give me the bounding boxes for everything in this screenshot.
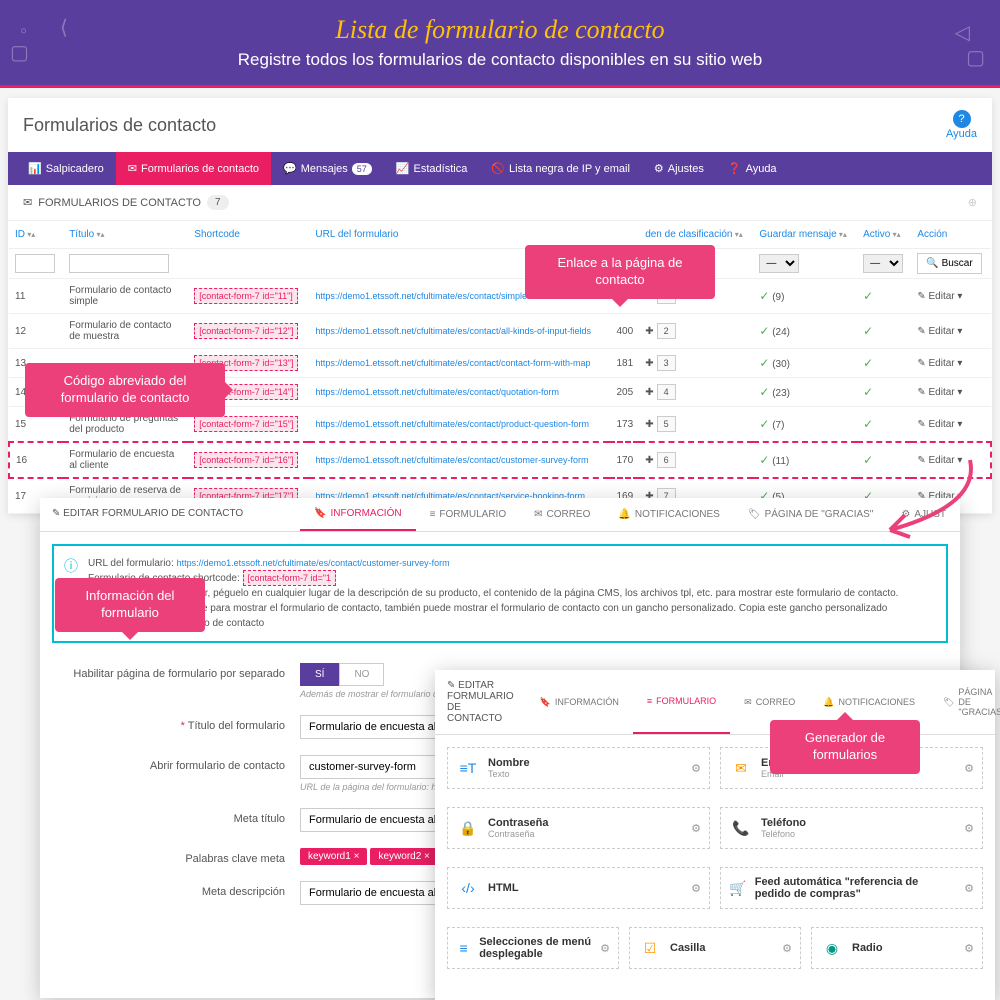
filter-id[interactable] xyxy=(15,254,55,273)
navbar: 📊 Salpicadero ✉ Formularios de contacto … xyxy=(8,152,992,185)
edit-button[interactable]: ✎ Editar ▾ xyxy=(917,387,962,398)
search-button[interactable]: 🔍 Buscar xyxy=(917,253,981,274)
decor-icon: ▢ xyxy=(966,45,985,70)
callout-builder: Generador de formularios xyxy=(770,720,920,774)
table-row: 16Formulario de encuesta al cliente[cont… xyxy=(9,442,991,478)
table-row: 11Formulario de contacto simple[contact-… xyxy=(9,279,991,314)
field-card[interactable]: ≡Selecciones de menú desplegable⚙ xyxy=(447,927,619,969)
tab-info[interactable]: 🔖 INFORMACIÓN xyxy=(300,498,416,531)
keyword-tag[interactable]: keyword1 × xyxy=(300,848,367,865)
decor-icon: ⟨ xyxy=(60,15,68,40)
gear-icon[interactable]: ⚙ xyxy=(964,822,974,835)
edit-button[interactable]: ✎ Editar ▾ xyxy=(917,455,962,466)
nav-stats[interactable]: 📈 Estadística xyxy=(384,152,480,185)
title-label: * Título del formulario xyxy=(55,715,285,732)
tab-thanks[interactable]: 🏷 PÁGINA DE "GRACIAS" xyxy=(734,498,888,531)
count-badge: 7 xyxy=(207,195,229,210)
help-button[interactable]: Ayuda xyxy=(946,110,977,140)
hero-title: Lista de formulario de contacto xyxy=(0,15,1000,45)
col-active[interactable]: Activo xyxy=(857,221,911,249)
edit-button[interactable]: ✎ Editar ▾ xyxy=(917,419,962,430)
keyword-tag[interactable]: keyword2 × xyxy=(370,848,437,865)
field-card[interactable]: ◉Radio⚙ xyxy=(811,927,983,969)
metatitle-label: Meta título xyxy=(55,808,285,825)
edit-button[interactable]: ✎ Editar ▾ xyxy=(917,291,962,302)
gear-icon[interactable]: ⚙ xyxy=(964,762,974,775)
metadesc-label: Meta descripción xyxy=(55,881,285,898)
form-url-link[interactable]: https://demo1.etssoft.net/cfultimate/es/… xyxy=(315,387,559,397)
col-shortcode: Shortcode xyxy=(188,221,309,249)
filter-active[interactable]: — xyxy=(863,254,903,273)
field-card[interactable]: ‹/›HTML⚙ xyxy=(447,867,710,909)
nav-forms[interactable]: ✉ Formularios de contacto xyxy=(116,152,271,185)
field-card[interactable]: 🔒ContraseñaContraseña⚙ xyxy=(447,807,710,849)
hero-banner: ◦ ⟨ ▢ ◁ ▢ Lista de formulario de contact… xyxy=(0,0,1000,88)
btab-thanks[interactable]: 🏷 PÁGINA DE "GRACIAS" xyxy=(929,670,1000,734)
table-row: 12Formulario de contacto de muestra[cont… xyxy=(9,314,991,349)
nav-messages[interactable]: 💬 Mensajes57 xyxy=(271,152,384,185)
keywords-label: Palabras clave meta xyxy=(55,848,285,865)
callout-shortcode: Código abreviado del formulario de conta… xyxy=(25,363,225,417)
tab-mail[interactable]: ✉ CORREO xyxy=(520,498,604,531)
field-card[interactable]: 🛒Feed automática "referencia de pedido d… xyxy=(720,867,983,909)
col-save[interactable]: Guardar mensaje xyxy=(753,221,857,249)
gear-icon[interactable]: ⚙ xyxy=(691,882,701,895)
add-button[interactable]: ⊕ xyxy=(968,196,977,209)
open-label: Abrir formulario de contacto xyxy=(55,755,285,772)
enable-toggle[interactable]: SÍNO xyxy=(300,663,384,686)
nav-dashboard[interactable]: 📊 Salpicadero xyxy=(16,152,116,185)
gear-icon[interactable]: ⚙ xyxy=(782,942,792,955)
form-url-link[interactable]: https://demo1.etssoft.net/cfultimate/es/… xyxy=(315,326,591,336)
panel-title: Formularios de contacto xyxy=(23,115,216,136)
gear-icon[interactable]: ⚙ xyxy=(600,942,610,955)
gear-icon[interactable]: ⚙ xyxy=(964,882,974,895)
decor-icon: ◁ xyxy=(955,20,970,45)
form-url-link[interactable]: https://demo1.etssoft.net/cfultimate/es/… xyxy=(315,455,588,465)
col-id[interactable]: ID xyxy=(9,221,63,249)
edit-button[interactable]: ✎ Editar ▾ xyxy=(917,326,962,337)
btab-info[interactable]: 🔖 INFORMACIÓN xyxy=(526,670,633,734)
decor-icon: ▢ xyxy=(10,40,29,65)
nav-settings[interactable]: ⚙ Ajustes xyxy=(642,152,716,185)
btab-form[interactable]: ≡ FORMULARIO xyxy=(633,670,730,734)
filter-save[interactable]: — xyxy=(759,254,799,273)
main-panel: Formularios de contacto Ayuda 📊 Salpicad… xyxy=(8,98,992,514)
edit-button[interactable]: ✎ Editar ▾ xyxy=(917,358,962,369)
form-url-link[interactable]: https://demo1.etssoft.net/cfultimate/es/… xyxy=(315,358,590,368)
col-title[interactable]: Título xyxy=(63,221,188,249)
panel-header: Formularios de contacto Ayuda xyxy=(8,98,992,152)
enable-label: Habilitar página de formulario por separ… xyxy=(55,663,285,680)
callout-link: Enlace a la página de contacto xyxy=(525,245,715,299)
tab-form[interactable]: ≡ FORMULARIO xyxy=(416,498,521,531)
callout-info: Información del formulario xyxy=(55,578,205,632)
nav-help[interactable]: ❓ Ayuda xyxy=(716,152,789,185)
nav-blacklist[interactable]: 🚫 Lista negra de IP y email xyxy=(479,152,642,185)
list-header: ✉ FORMULARIOS DE CONTACTO 7 ⊕ xyxy=(8,185,992,221)
field-card[interactable]: ☑Casilla⚙ xyxy=(629,927,801,969)
field-card[interactable]: ≡TNombreTexto⚙ xyxy=(447,747,710,789)
form-url-link[interactable]: https://demo1.etssoft.net/cfultimate/es/… xyxy=(315,419,589,429)
hero-subtitle: Registre todos los formularios de contac… xyxy=(0,50,1000,70)
gear-icon[interactable]: ⚙ xyxy=(964,942,974,955)
filter-title[interactable] xyxy=(69,254,169,273)
gear-icon[interactable]: ⚙ xyxy=(691,762,701,775)
col-action: Acción xyxy=(911,221,991,249)
gear-icon[interactable]: ⚙ xyxy=(691,822,701,835)
tab-notif[interactable]: 🔔 NOTIFICACIONES xyxy=(604,498,733,531)
field-card[interactable]: 📞TeléfonoTeléfono⚙ xyxy=(720,807,983,849)
tab-settings[interactable]: ⚙ AJUST xyxy=(887,498,960,531)
